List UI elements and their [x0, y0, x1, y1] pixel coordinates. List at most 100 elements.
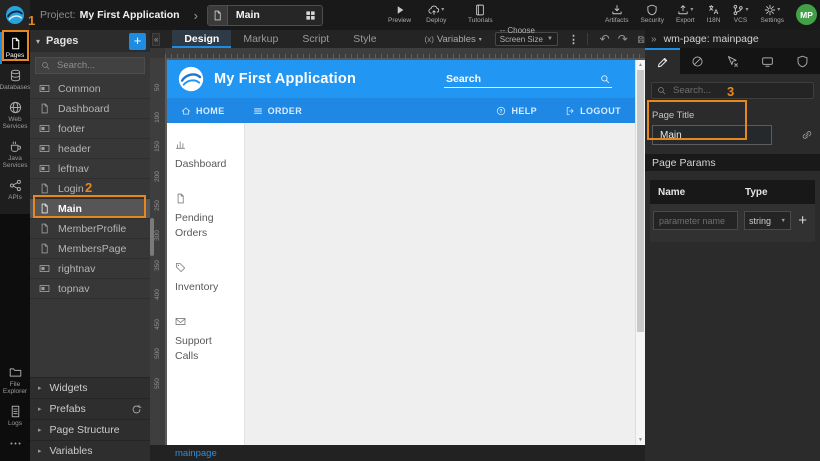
- app-side-support-calls[interactable]: Support Calls: [175, 314, 238, 364]
- deploy-button[interactable]: ▾ Deploy: [426, 3, 446, 25]
- app-scrollbar[interactable]: ▲ ▼: [635, 60, 645, 445]
- app-search-field[interactable]: Search: [444, 71, 612, 88]
- panel-section-label: Variables: [50, 445, 93, 457]
- project-name: My First Application: [80, 9, 180, 21]
- page-item-icon: [39, 243, 50, 254]
- top-bar: Project: My First Application › Main Pre…: [30, 0, 820, 30]
- breadcrumb-chevron-icon: ›: [194, 8, 198, 23]
- app-nav-icon: [565, 106, 575, 116]
- rail-item-pages[interactable]: Pages: [0, 32, 30, 64]
- param-name-input[interactable]: [653, 211, 738, 230]
- properties-panel-header: » wm-page: mainpage: [645, 30, 820, 48]
- inspector-tab-styles[interactable]: [680, 48, 715, 74]
- rail-item-label: Databases: [0, 84, 31, 91]
- rail-item-databases[interactable]: Databases: [0, 64, 30, 96]
- page-list-item[interactable]: footer: [30, 119, 150, 139]
- inspector-tab-security[interactable]: [785, 48, 820, 74]
- app-side-pending-orders[interactable]: Pending Orders: [175, 191, 238, 241]
- page-list-item[interactable]: MembersPage: [30, 239, 150, 259]
- artifacts-button[interactable]: Artifacts: [605, 3, 628, 25]
- scroll-up-icon[interactable]: ▲: [636, 62, 645, 68]
- inspector-tab-events[interactable]: [715, 48, 750, 74]
- page-list-item[interactable]: header: [30, 139, 150, 159]
- more-options-icon[interactable]: ⋮: [568, 33, 579, 46]
- caret-down-icon: ▾: [745, 6, 748, 13]
- rail-bottom-group: File Explorer Logs: [0, 361, 30, 461]
- pages-search-input[interactable]: [55, 59, 139, 72]
- toolbar-button-icon: [394, 4, 406, 16]
- i18n-button[interactable]: A I18N: [707, 3, 721, 25]
- wavemaker-logo[interactable]: [0, 0, 30, 30]
- add-param-button[interactable]: +: [798, 213, 807, 228]
- screen-size-select[interactable]: -- Choose Screen Size -- ▼: [495, 32, 558, 46]
- panel-section-header[interactable]: ▸ Variables: [30, 440, 150, 461]
- user-avatar[interactable]: MP: [796, 4, 817, 25]
- page-item-label: Login: [58, 183, 84, 195]
- security-button[interactable]: Security: [640, 3, 663, 25]
- app-nav-order[interactable]: ORDER: [253, 106, 303, 116]
- page-list-item[interactable]: Common: [30, 79, 150, 99]
- panel-section-header[interactable]: ▸ Page Structure: [30, 419, 150, 440]
- page-params-header[interactable]: Page Params: [645, 154, 820, 171]
- inspector-tab-device[interactable]: [750, 48, 785, 74]
- left-rail: Pages Databases Web Services Java Servic…: [0, 0, 30, 461]
- page-list-item[interactable]: topnav: [30, 279, 150, 299]
- properties-tab-icon: [761, 55, 774, 68]
- variables-button[interactable]: (x) Variables ▾: [425, 34, 482, 45]
- bind-link-icon[interactable]: [801, 129, 813, 141]
- rail-item-apis[interactable]: APIs: [0, 174, 30, 206]
- page-list-item[interactable]: rightnav: [30, 259, 150, 279]
- page-item-icon: [39, 163, 50, 174]
- rail-item-file-explorer[interactable]: File Explorer: [0, 361, 30, 400]
- preview-button[interactable]: Preview: [388, 3, 411, 25]
- app-side-inventory[interactable]: Inventory: [175, 260, 238, 295]
- panel-scrollbar-thumb[interactable]: [150, 218, 154, 256]
- rail-item-logs[interactable]: Logs: [0, 400, 30, 432]
- collapse-caret-icon[interactable]: ▾: [36, 37, 40, 46]
- app-content-area[interactable]: [245, 123, 635, 445]
- scrollbar-thumb[interactable]: [637, 70, 644, 332]
- app-nav-home[interactable]: HOME: [181, 106, 225, 116]
- app-sidenav-icon: [175, 139, 186, 150]
- refresh-icon[interactable]: [131, 404, 142, 415]
- panel-section-header[interactable]: ▸ Widgets: [30, 377, 150, 398]
- export-button[interactable]: ▾ Export: [676, 3, 695, 25]
- collapse-panel-button[interactable]: «: [152, 33, 160, 46]
- redo-button[interactable]: ↷: [618, 33, 628, 45]
- settings-button[interactable]: ▾ Settings: [761, 3, 785, 25]
- save-button[interactable]: [637, 33, 645, 46]
- rail-item-java-services[interactable]: Java Services: [0, 135, 30, 174]
- scroll-down-icon[interactable]: ▼: [636, 437, 645, 443]
- vcs-button[interactable]: ▾ VCS: [732, 3, 748, 25]
- panel-section-header[interactable]: ▸ Prefabs: [30, 398, 150, 419]
- page-item-icon: [39, 103, 50, 114]
- rail-item-more[interactable]: [0, 432, 30, 457]
- param-type-select[interactable]: string ▼: [744, 211, 791, 230]
- collapse-panel-icon[interactable]: »: [651, 34, 657, 45]
- canvas-tab[interactable]: Script: [290, 30, 341, 48]
- page-list-item[interactable]: MemberProfile: [30, 219, 150, 239]
- undo-button[interactable]: ↶: [600, 33, 610, 45]
- page-list-item[interactable]: Dashboard: [30, 99, 150, 119]
- app-nav-logout[interactable]: LOGOUT: [565, 106, 621, 116]
- properties-search-input[interactable]: [671, 84, 808, 97]
- grid-icon[interactable]: [305, 10, 316, 21]
- canvas-tab[interactable]: Style: [341, 30, 388, 48]
- add-page-button[interactable]: +: [129, 33, 146, 50]
- canvas-tab[interactable]: Design: [172, 30, 231, 48]
- page-list-item[interactable]: Login: [30, 179, 150, 199]
- page-list-item[interactable]: leftnav: [30, 159, 150, 179]
- tutorials-button[interactable]: Tutorials: [468, 3, 493, 25]
- page-title-input[interactable]: [652, 125, 772, 145]
- page-item-icon: [39, 83, 50, 94]
- inspector-tab-properties[interactable]: [645, 48, 680, 74]
- page-selector[interactable]: Main: [207, 5, 323, 26]
- app-header[interactable]: My First Application Search: [167, 60, 635, 98]
- app-side-dashboard[interactable]: Dashboard: [175, 137, 238, 172]
- rail-item-web-services[interactable]: Web Services: [0, 96, 30, 135]
- widget-breadcrumb[interactable]: mainpage: [175, 448, 217, 459]
- page-params-table: Name Type string ▼ +: [650, 180, 815, 242]
- canvas-tab[interactable]: Markup: [231, 30, 290, 48]
- app-nav-help[interactable]: ? HELP: [496, 106, 537, 116]
- page-list-item[interactable]: Main: [30, 199, 150, 219]
